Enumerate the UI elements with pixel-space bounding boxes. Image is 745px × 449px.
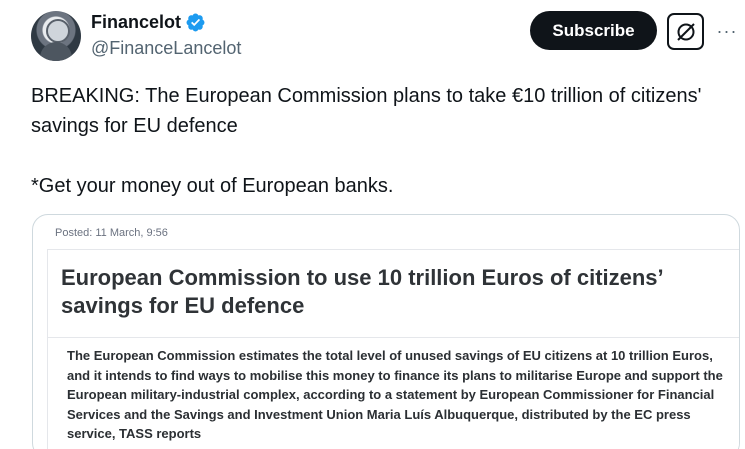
article-headline-box: European Commission to use 10 trillion E… (47, 249, 739, 339)
grok-icon (676, 22, 695, 41)
grok-button[interactable] (667, 13, 704, 50)
verified-badge-icon (186, 13, 205, 32)
tweet-text: BREAKING: The European Commission plans … (31, 81, 731, 201)
tweet-header: Financelot @FinanceLancelot Subscribe ··… (0, 0, 745, 70)
article-body-box: The European Commission estimates the to… (47, 337, 739, 449)
display-name[interactable]: Financelot (91, 12, 181, 33)
avatar[interactable] (31, 11, 81, 61)
more-options-icon[interactable]: ··· (714, 16, 740, 46)
author-name-row[interactable]: Financelot (91, 12, 206, 33)
article-headline: European Commission to use 10 trillion E… (61, 265, 663, 318)
posted-timestamp: Posted: 11 March, 9:56 (55, 227, 168, 239)
account-handle[interactable]: @FinanceLancelot (91, 38, 241, 59)
tweet-text-line: BREAKING: The European Commission plans … (31, 85, 702, 137)
attached-image[interactable]: Posted: 11 March, 9:56 European Commissi… (32, 214, 740, 449)
tweet-text-line: *Get your money out of European banks. (31, 175, 394, 197)
subscribe-button[interactable]: Subscribe (530, 11, 657, 50)
article-body: The European Commission estimates the to… (67, 348, 723, 442)
